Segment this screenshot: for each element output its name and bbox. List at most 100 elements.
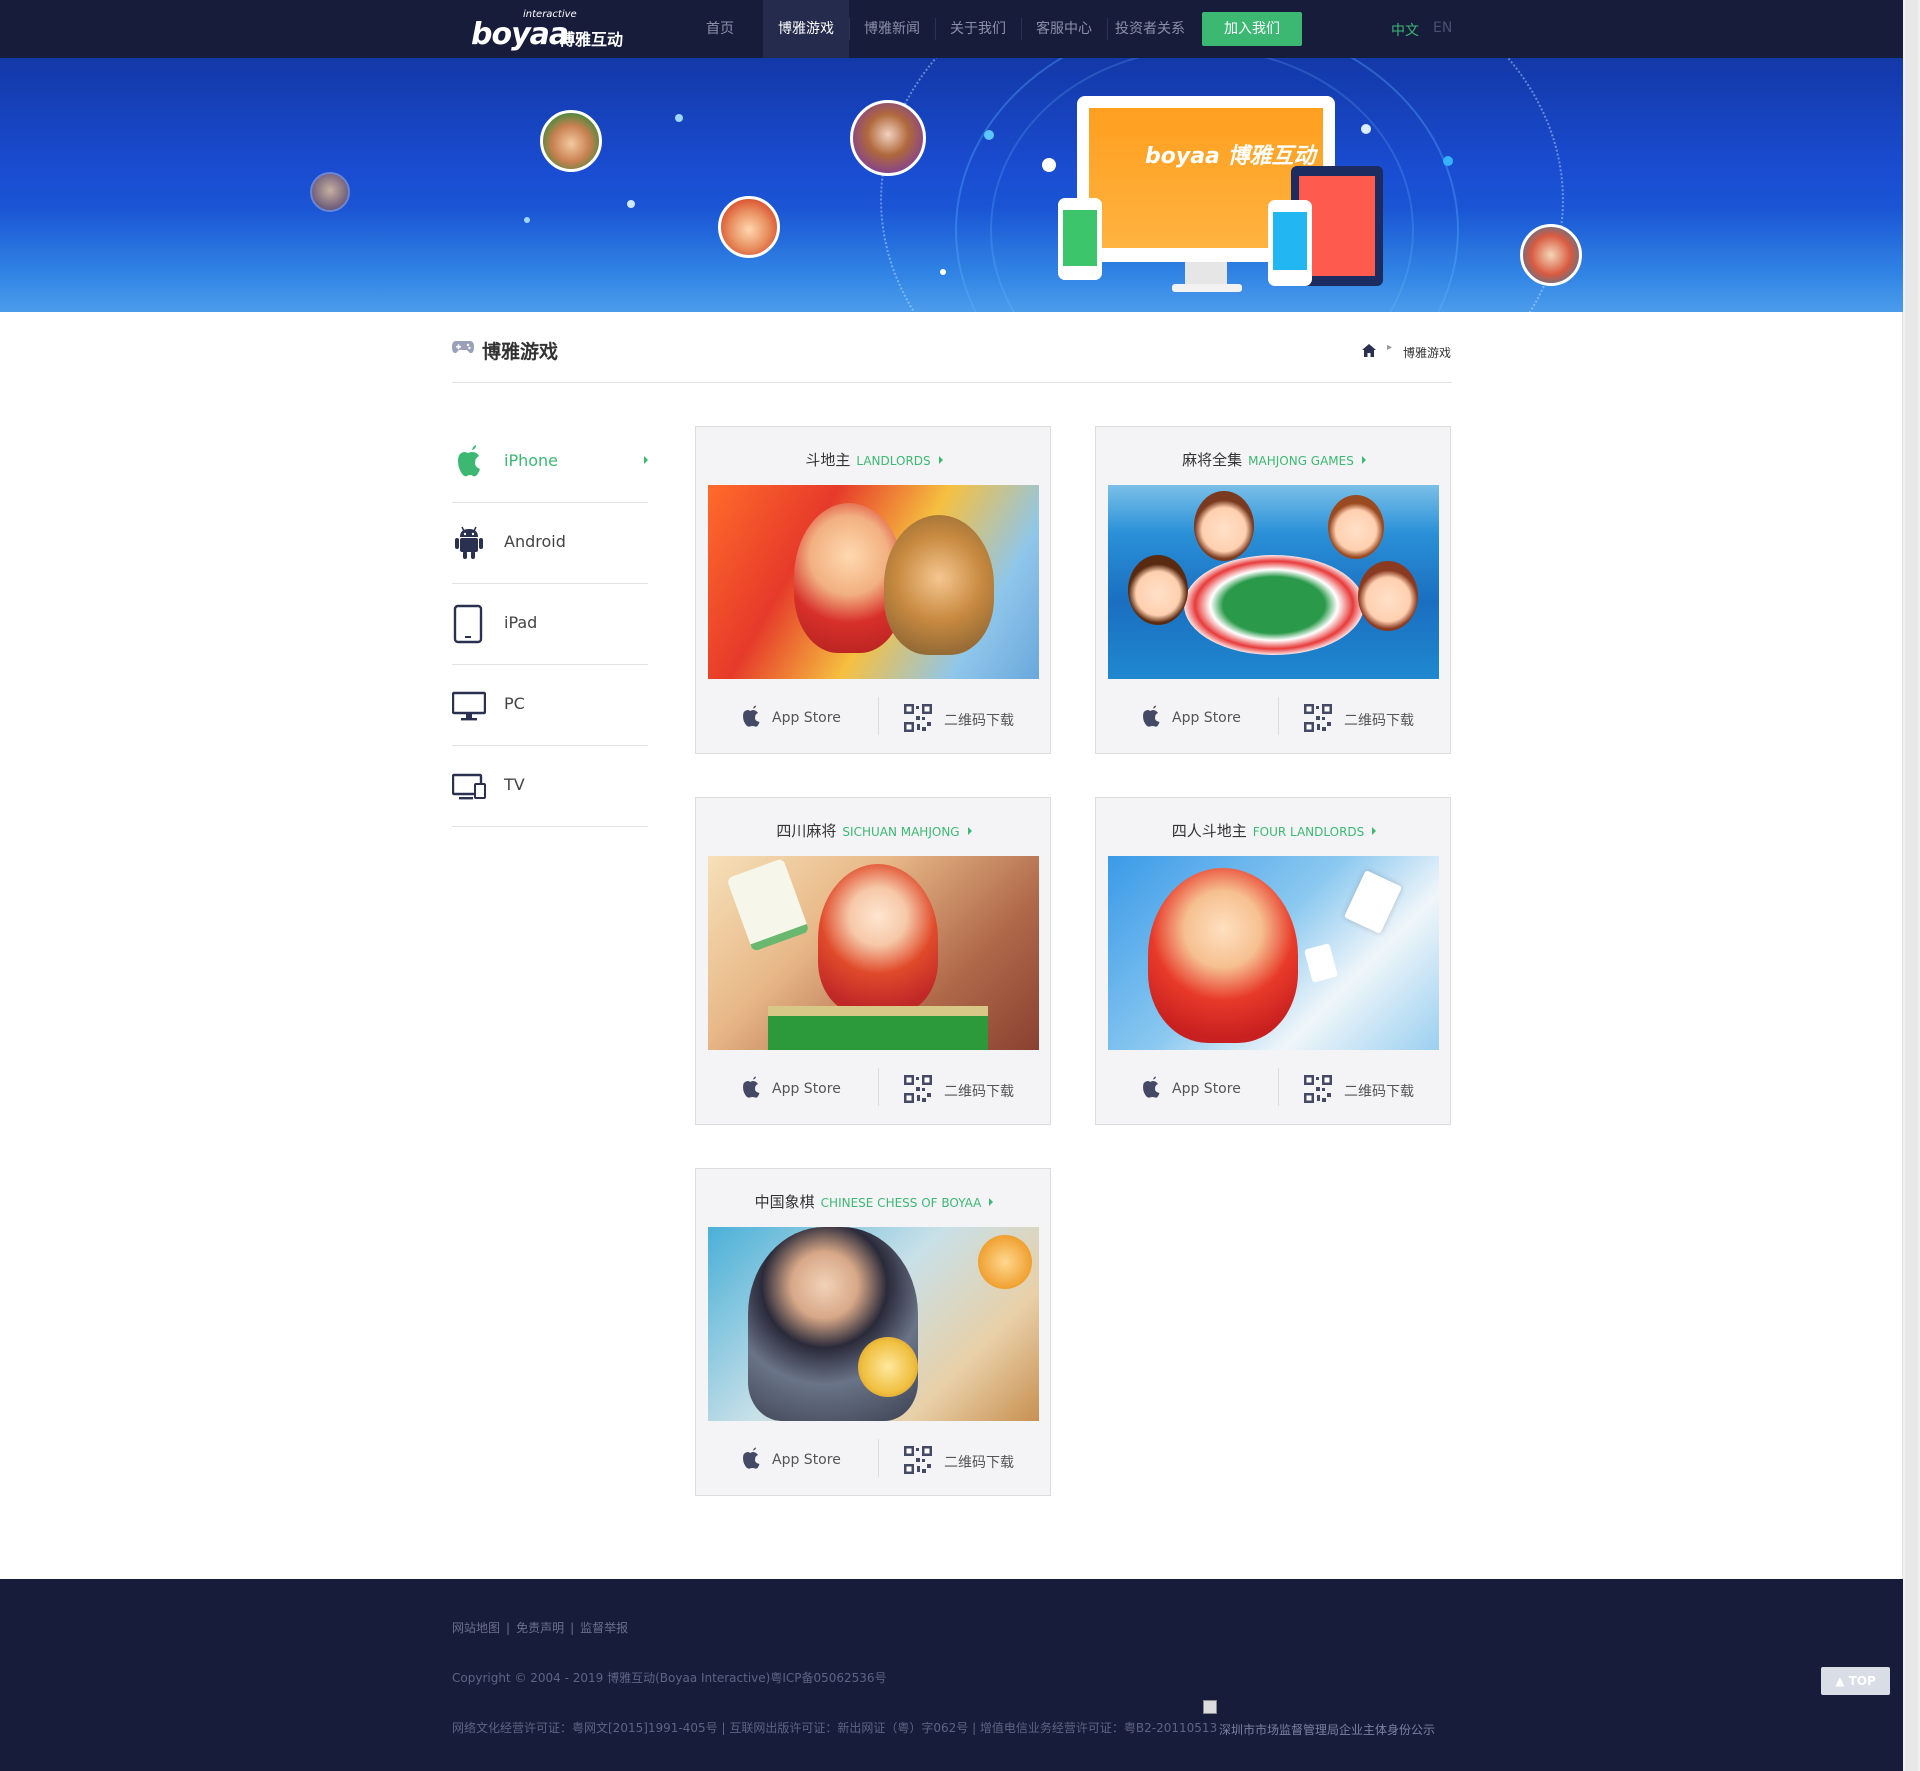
nav-boyaa-games[interactable]: 博雅游戏 <box>763 0 849 58</box>
game-cover-image[interactable] <box>1108 485 1439 679</box>
copyright-text: Copyright © 2004 - 2019 博雅互动(Boyaa Inter… <box>452 1671 887 1685</box>
game-title-link[interactable]: 四人斗地主 FOUR LANDLORDS <box>1096 820 1452 841</box>
action-divider <box>1278 697 1279 735</box>
game-cover-image[interactable] <box>708 485 1039 679</box>
qr-download-label: 二维码下载 <box>944 1455 1014 1471</box>
character-avatar <box>310 172 350 212</box>
game-card-landlords: 斗地主 LANDLORDS App Store 二维码下载 <box>695 426 1051 754</box>
platform-label: iPad <box>504 613 538 632</box>
game-title-link[interactable]: 麻将全集 MAHJONG GAMES <box>1096 449 1452 470</box>
qr-code-icon <box>904 704 932 732</box>
join-us-button[interactable]: 加入我们 <box>1202 12 1302 46</box>
qr-download-button[interactable]: 二维码下载 <box>1304 1072 1424 1104</box>
back-to-top-button[interactable]: ▲ TOP <box>1821 1667 1890 1695</box>
nav-about-us[interactable]: 关于我们 <box>935 0 1021 58</box>
app-store-button[interactable]: App Store <box>740 701 860 733</box>
platform-iphone[interactable]: iPhone <box>452 422 648 503</box>
monitor-brand-text: boyaa 博雅互动 <box>1145 144 1316 169</box>
qr-download-button[interactable]: 二维码下载 <box>904 1072 1024 1104</box>
game-cover-image[interactable] <box>1108 856 1439 1050</box>
game-name-en: CHINESE CHESS OF BOYAA <box>820 1196 982 1210</box>
character-avatar <box>850 100 926 176</box>
download-actions: App Store 二维码下载 <box>696 1439 1052 1479</box>
app-store-button[interactable]: App Store <box>1140 1072 1260 1104</box>
app-store-button[interactable]: App Store <box>740 1072 860 1104</box>
lang-chinese-link[interactable]: 中文 <box>1391 20 1419 40</box>
app-store-button[interactable]: App Store <box>1140 701 1260 733</box>
platform-pc[interactable]: PC <box>452 665 648 746</box>
game-name-cn: 四川麻将 <box>776 822 837 840</box>
app-store-label: App Store <box>772 1081 841 1097</box>
platform-tv[interactable]: TV <box>452 746 648 827</box>
footer-link-disclaimer[interactable]: 免责声明 <box>516 1621 564 1635</box>
logo-wordmark: boyaa <box>471 17 569 52</box>
chevron-right-icon <box>989 1198 994 1206</box>
footer-link-separator: | <box>570 1621 575 1635</box>
back-to-top-label: TOP <box>1848 1674 1876 1688</box>
game-card-four-landlords: 四人斗地主 FOUR LANDLORDS App Store 二维码下载 <box>1095 797 1451 1125</box>
lang-english-link[interactable]: EN <box>1433 20 1452 36</box>
qr-download-button[interactable]: 二维码下载 <box>904 701 1024 733</box>
game-cover-image[interactable] <box>708 1227 1039 1421</box>
apple-icon <box>743 1076 760 1098</box>
qr-download-label: 二维码下载 <box>944 1084 1014 1100</box>
app-store-label: App Store <box>772 710 841 726</box>
monitor-icon <box>452 691 486 721</box>
platform-label: iPhone <box>504 451 559 470</box>
qr-code-icon <box>1304 1075 1332 1103</box>
app-store-button[interactable]: App Store <box>740 1443 860 1475</box>
chevron-right-icon <box>938 456 943 464</box>
action-divider <box>878 1068 879 1106</box>
top-navigation: interactive boyaa 博雅互动 首页 博雅游戏 博雅新闻 关于我们… <box>0 0 1903 58</box>
license-text: 网络文化经营许可证：粤网文[2015]1991-405号 | 互联网出版许可证：… <box>452 1721 1218 1735</box>
tablet-icon <box>453 604 483 644</box>
gamepad-icon <box>452 341 474 354</box>
footer-link-sitemap[interactable]: 网站地图 <box>452 1621 500 1635</box>
home-icon[interactable] <box>1362 344 1376 357</box>
gov-registration-link[interactable]: 深圳市市场监督管理局企业主体身份公示 <box>1219 1721 1435 1738</box>
game-title-link[interactable]: 中国象棋 CHINESE CHESS OF BOYAA <box>696 1191 1052 1212</box>
scrollbar-thumb[interactable] <box>1905 0 1918 1771</box>
game-cover-image[interactable] <box>708 856 1039 1050</box>
platform-label: PC <box>504 694 525 713</box>
download-actions: App Store 二维码下载 <box>1096 1068 1452 1108</box>
scrollbar-track[interactable] <box>1902 0 1920 1771</box>
character-avatar <box>718 196 780 258</box>
hero-banner: boyaa 博雅互动 <box>0 58 1903 312</box>
nav-home[interactable]: 首页 <box>677 0 763 58</box>
boyaa-logo[interactable]: interactive boyaa 博雅互动 <box>469 9 639 52</box>
banner-star <box>1042 158 1056 172</box>
download-actions: App Store 二维码下载 <box>696 697 1052 737</box>
game-card-chinese-chess: 中国象棋 CHINESE CHESS OF BOYAA App Store 二维码… <box>695 1168 1051 1496</box>
apple-icon <box>743 1447 760 1469</box>
game-title-link[interactable]: 斗地主 LANDLORDS <box>696 449 1052 470</box>
nav-boyaa-news[interactable]: 博雅新闻 <box>849 0 935 58</box>
nav-support-center[interactable]: 客服中心 <box>1021 0 1107 58</box>
download-actions: App Store 二维码下载 <box>696 1068 1052 1108</box>
game-name-cn: 四人斗地主 <box>1171 822 1247 840</box>
qr-download-label: 二维码下载 <box>944 713 1014 729</box>
platform-ipad[interactable]: iPad <box>452 584 648 665</box>
nav-investor-relations[interactable]: 投资者关系 <box>1107 0 1193 58</box>
section-header: 博雅游戏 ▸ 博雅游戏 <box>452 330 1452 383</box>
chevron-right-icon <box>1361 456 1366 464</box>
apple-icon <box>458 445 480 477</box>
app-store-label: App Store <box>1172 1081 1241 1097</box>
app-store-label: App Store <box>772 1452 841 1468</box>
breadcrumb-current: 博雅游戏 <box>1403 346 1452 360</box>
game-card-sichuan-mahjong: 四川麻将 SICHUAN MAHJONG App Store 二维码下载 <box>695 797 1051 1125</box>
active-arrow-icon <box>644 456 648 464</box>
footer-link-report[interactable]: 监督举报 <box>580 1621 628 1635</box>
qr-download-button[interactable]: 二维码下载 <box>904 1443 1024 1475</box>
tv-icon <box>452 773 486 800</box>
platform-android[interactable]: Android <box>452 503 648 584</box>
character-avatar <box>1520 224 1582 286</box>
banner-star <box>1361 124 1371 134</box>
action-divider <box>878 697 879 735</box>
apple-icon <box>1143 1076 1160 1098</box>
game-name-en: SICHUAN MAHJONG <box>842 825 960 839</box>
game-title-link[interactable]: 四川麻将 SICHUAN MAHJONG <box>696 820 1052 841</box>
logo-chinese-name: 博雅互动 <box>559 30 624 49</box>
game-name-cn: 麻将全集 <box>1182 451 1243 469</box>
qr-download-button[interactable]: 二维码下载 <box>1304 701 1424 733</box>
